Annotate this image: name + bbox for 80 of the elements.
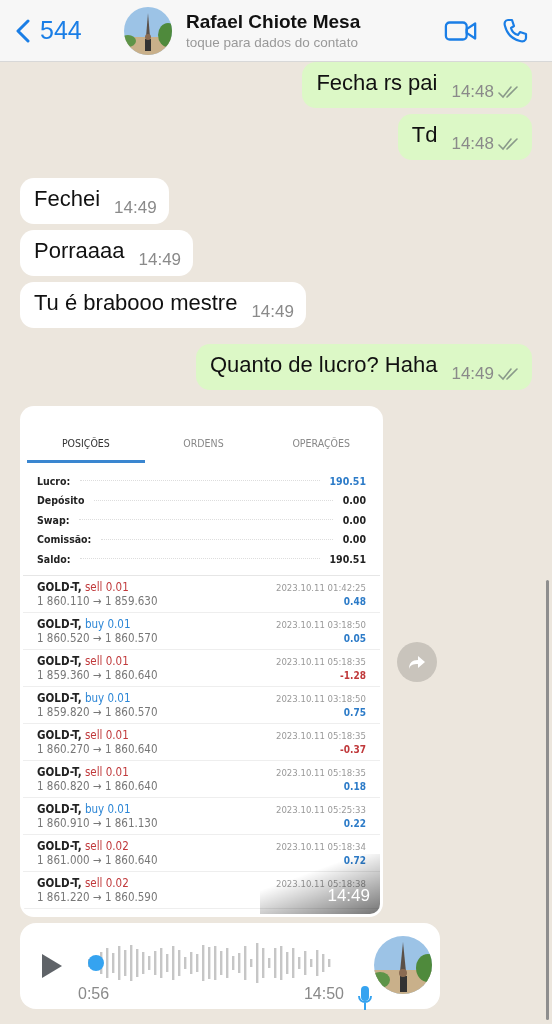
playback-thumb[interactable] (88, 955, 104, 971)
trade-side: sell 0.02 (84, 838, 129, 853)
trade-prices: 1 861.220 → 1 860.590 (37, 889, 158, 904)
trade-side: sell 0.02 (84, 875, 129, 890)
trade-time: 2023.10.11 05:18:38 (276, 876, 366, 889)
trade-side: sell 0.01 (84, 579, 129, 594)
message-time: 14:48 (451, 134, 494, 154)
summary-label: Comissão: (37, 533, 92, 546)
contact-name[interactable]: Rafael Chiote Mesa (186, 11, 428, 33)
summary-value: 190.51 (329, 552, 366, 565)
trade-prices: 1 860.520 → 1 860.570 (37, 630, 158, 645)
play-button[interactable] (42, 954, 62, 978)
trade-prices: 1 861.000 → 1 860.640 (37, 852, 158, 867)
message-text: Fechei (34, 186, 101, 213)
contact-subtitle[interactable]: toque para dados do contato (186, 35, 428, 50)
trade-side: buy 0.01 (84, 616, 131, 631)
trade-symbol: GOLD-T, (37, 690, 82, 705)
image-bubble[interactable] (20, 406, 383, 917)
tab[interactable]: ORDENS (144, 409, 263, 463)
message-text: Porraaaa (34, 238, 125, 265)
trade-profit: 0.72 (342, 854, 366, 866)
summary-value: 0.00 (342, 513, 366, 526)
trade-prices: 1 860.110 → 1 859.630 (37, 593, 158, 608)
trade-profit: 0.75 (342, 706, 366, 718)
trade-symbol: GOLD-T, (37, 653, 82, 668)
trade-profit: 0.22 (342, 817, 366, 829)
message-time: 14:49 (451, 364, 494, 384)
tab[interactable]: OPERAÇÕES (262, 409, 380, 463)
trade-side: sell 0.01 (84, 653, 129, 668)
back-icon (16, 18, 30, 43)
trade-symbol: GOLD-T, (37, 838, 82, 853)
trade-side: buy 0.01 (84, 801, 131, 816)
summary-label: Lucro: (37, 474, 71, 487)
trade-profit: -1.28 (339, 669, 366, 681)
trade-symbol: GOLD-T, (37, 579, 82, 594)
trade-time: 2023.10.11 05:18:35 (276, 765, 366, 778)
trade-symbol: GOLD-T, (37, 727, 82, 742)
trade-profit: -0.37 (339, 743, 366, 755)
trade-time: 2023.10.11 01:42:25 (276, 580, 366, 593)
trade-side: sell 0.01 (84, 727, 129, 742)
trade-symbol: GOLD-T, (37, 764, 82, 779)
trade-profit: 0.18 (342, 780, 366, 792)
trade-time: 2023.10.11 03:18:50 (276, 691, 366, 704)
message-time: 14:49 (114, 198, 157, 218)
summary-value: 190.51 (329, 474, 366, 487)
tab[interactable]: POSIÇÕES (27, 409, 145, 463)
message-time: 14:49 (251, 302, 294, 322)
trade-prices: 1 859.820 → 1 860.570 (37, 704, 158, 719)
message-time: 14:49 (327, 886, 370, 906)
summary-value: 0.00 (342, 533, 366, 546)
voice-duration: 0:56 (78, 985, 110, 1003)
trade-profit: 0.48 (342, 595, 366, 607)
trade-prices: 1 859.360 → 1 860.640 (37, 667, 158, 682)
trade-time: 2023.10.11 05:18:35 (276, 654, 366, 667)
message-text: Td (411, 122, 438, 149)
message-time: 14:49 (138, 250, 182, 270)
trade-time: 2023.10.11 05:25:33 (276, 802, 366, 815)
trade-prices: 1 860.820 → 1 860.640 (37, 778, 158, 793)
trade-time: 2023.10.11 05:18:35 (276, 728, 366, 741)
trade-side: sell 0.01 (84, 764, 129, 779)
summary-value: 0.00 (342, 494, 366, 507)
trade-time: 2023.10.11 03:18:50 (276, 617, 366, 630)
trade-prices: 1 860.910 → 1 861.130 (37, 815, 158, 830)
message-time: 14:48 (451, 82, 494, 102)
message-text: Fecha rs pai (316, 70, 438, 97)
message-text: Tu é brabooo mestre (34, 290, 238, 317)
trade-side: buy 0.01 (84, 690, 131, 705)
trade-time: 2023.10.11 05:18:34 (276, 839, 366, 852)
back-button[interactable]: 544 (16, 16, 116, 45)
trade-symbol: GOLD-T, (37, 801, 82, 816)
summary-label: Swap: (37, 513, 70, 526)
trade-symbol: GOLD-T, (37, 875, 82, 890)
trade-prices: 1 860.270 → 1 860.640 (37, 741, 158, 756)
summary-label: Saldo: (37, 552, 71, 565)
microphone-icon (358, 986, 372, 1010)
summary-label: Depósito (37, 494, 85, 507)
message-text: Quanto de lucro? Haha (209, 352, 438, 379)
trade-profit: 0.05 (342, 632, 366, 644)
trade-symbol: GOLD-T, (37, 616, 82, 631)
message-time: 14:50 (303, 985, 344, 1003)
